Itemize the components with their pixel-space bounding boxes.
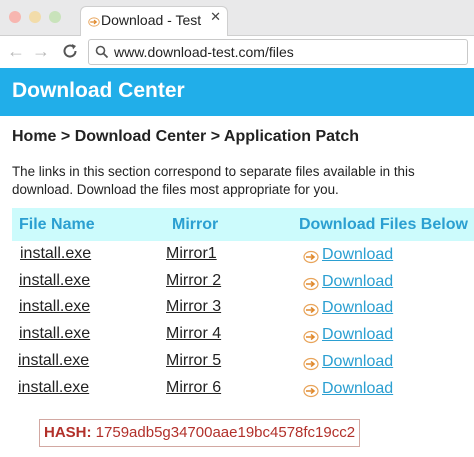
page-title: Download Center	[12, 79, 185, 102]
file-name-link[interactable]: install.exe	[19, 298, 90, 316]
download-link[interactable]: Download	[322, 246, 393, 264]
download-link[interactable]: Download	[322, 273, 393, 291]
intro-text: The links in this section correspond to …	[12, 164, 415, 197]
browser-titlebar: Download - Test ✕	[0, 0, 474, 36]
download-link[interactable]: Download	[322, 380, 393, 398]
column-header-file-name: File Name	[19, 216, 95, 233]
mirror-link[interactable]: Mirror 4	[166, 325, 221, 343]
hash-box: HASH: 1759adb5g34700aae19bc4578fc19cc2	[39, 419, 361, 447]
tab-close-icon[interactable]: ✕	[210, 9, 221, 25]
table-header: File Name Mirror Download Files Below	[12, 208, 474, 241]
url-text: www.download-test.com/files	[114, 44, 294, 60]
page-header: Download Center	[0, 68, 474, 116]
table-row: install.exe Mirror 4 Download	[0, 323, 474, 349]
browser-tab[interactable]: Download - Test ✕	[80, 6, 228, 36]
browser-toolbar: ← → www.download-test.com/files	[0, 36, 474, 68]
search-icon	[95, 45, 109, 59]
download-link[interactable]: Download	[322, 353, 393, 371]
table-row: install.exe Mirror 6 Download	[0, 377, 474, 403]
download-arrow-icon	[303, 277, 319, 291]
mirror-link[interactable]: Mirror 6	[166, 379, 221, 397]
download-arrow-icon	[88, 17, 100, 27]
column-header-download: Download Files Below	[299, 216, 468, 233]
download-arrow-icon	[303, 250, 319, 264]
back-arrow-icon[interactable]: ←	[7, 41, 25, 62]
maximize-window-button[interactable]	[49, 11, 61, 23]
file-name-link[interactable]: install.exe	[18, 352, 89, 370]
table-row: install.exe Mirror 3 Download	[0, 296, 474, 322]
table-row: install.exe Mirror1 Download	[0, 243, 474, 269]
forward-arrow-icon[interactable]: →	[32, 41, 50, 62]
file-name-link[interactable]: install.exe	[18, 379, 89, 397]
download-arrow-icon	[303, 357, 319, 371]
breadcrumb: Home > Download Center > Application Pat…	[12, 128, 360, 145]
download-arrow-icon	[303, 384, 319, 398]
hash-label: HASH:	[44, 424, 92, 441]
download-link[interactable]: Download	[322, 299, 393, 317]
tab-title: Download - Test	[101, 12, 202, 28]
download-link[interactable]: Download	[322, 326, 393, 344]
reload-icon[interactable]	[60, 41, 80, 61]
table-row: install.exe Mirror 2 Download	[0, 270, 474, 296]
mirror-link[interactable]: Mirror 2	[166, 272, 221, 290]
mirror-link[interactable]: Mirror 3	[166, 298, 221, 316]
column-header-mirror: Mirror	[172, 216, 219, 233]
file-name-link[interactable]: install.exe	[20, 245, 91, 263]
close-window-button[interactable]	[9, 11, 21, 23]
file-name-link[interactable]: install.exe	[19, 325, 90, 343]
minimize-window-button[interactable]	[29, 11, 41, 23]
mirror-link[interactable]: Mirror 5	[166, 352, 221, 370]
download-arrow-icon	[303, 330, 319, 344]
table-row: install.exe Mirror 5 Download	[0, 350, 474, 376]
hash-value: 1759adb5g34700aae19bc4578fc19cc2	[95, 424, 356, 441]
download-arrow-icon	[303, 303, 319, 317]
address-bar[interactable]: www.download-test.com/files	[88, 39, 468, 65]
file-name-link[interactable]: install.exe	[19, 272, 90, 290]
mirror-link[interactable]: Mirror1	[166, 245, 217, 263]
